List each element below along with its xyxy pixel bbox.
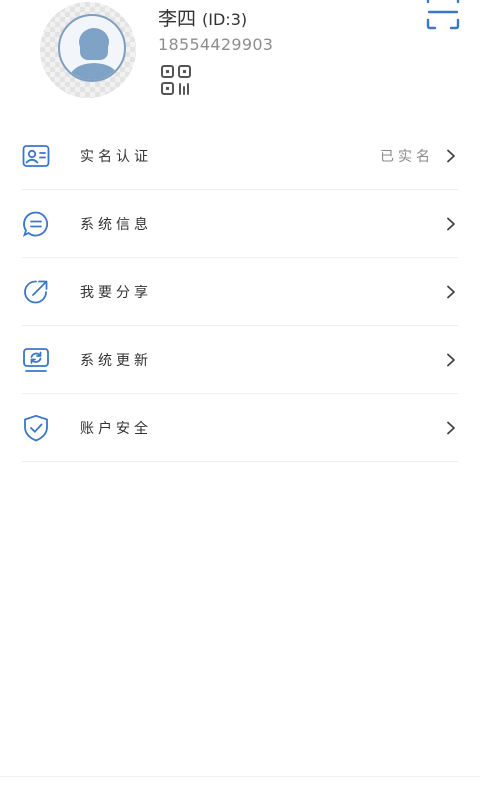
chevron-right-icon (447, 217, 455, 230)
avatar-frame[interactable] (40, 2, 136, 98)
user-name: 李四 (ID:3) (158, 4, 247, 31)
chevron-right-icon (447, 353, 455, 366)
profile-header: 李四 (ID:3) 18554429903 (0, 0, 480, 120)
menu-label: 账户安全 (80, 420, 152, 437)
bottom-divider (0, 776, 480, 777)
menu-label: 系统信息 (80, 216, 152, 233)
menu-item-system-update[interactable]: 系统更新 (22, 326, 458, 394)
profile-page: 李四 (ID:3) 18554429903 实名认证 已实名 系统信息 我要分享… (0, 0, 480, 800)
message-icon (22, 211, 48, 237)
shield-icon (24, 414, 48, 441)
share-icon (24, 280, 48, 303)
phone-number: 18554429903 (158, 35, 274, 54)
chevron-right-icon (447, 149, 455, 162)
qr-code-icon[interactable] (160, 64, 192, 96)
chevron-right-icon (447, 285, 455, 298)
user-name-text: 李四 (158, 8, 197, 30)
menu-item-share[interactable]: 我要分享 (22, 258, 458, 326)
chevron-right-icon (447, 421, 455, 434)
user-id: (ID:3) (202, 10, 248, 29)
update-icon (23, 347, 49, 372)
menu-list: 实名认证 已实名 系统信息 我要分享 系统更新 账户安全 (0, 122, 480, 462)
menu-item-real-name[interactable]: 实名认证 已实名 (22, 122, 458, 190)
user-avatar-icon (68, 28, 120, 80)
avatar (58, 14, 126, 82)
menu-label: 系统更新 (80, 352, 152, 369)
verification-status: 已实名 (380, 148, 434, 165)
menu-item-system-info[interactable]: 系统信息 (22, 190, 458, 258)
menu-label: 实名认证 (80, 148, 152, 165)
menu-label: 我要分享 (80, 284, 152, 301)
scan-icon[interactable] (426, 0, 460, 30)
menu-item-account-security[interactable]: 账户安全 (22, 394, 458, 462)
id-card-icon (22, 144, 50, 167)
